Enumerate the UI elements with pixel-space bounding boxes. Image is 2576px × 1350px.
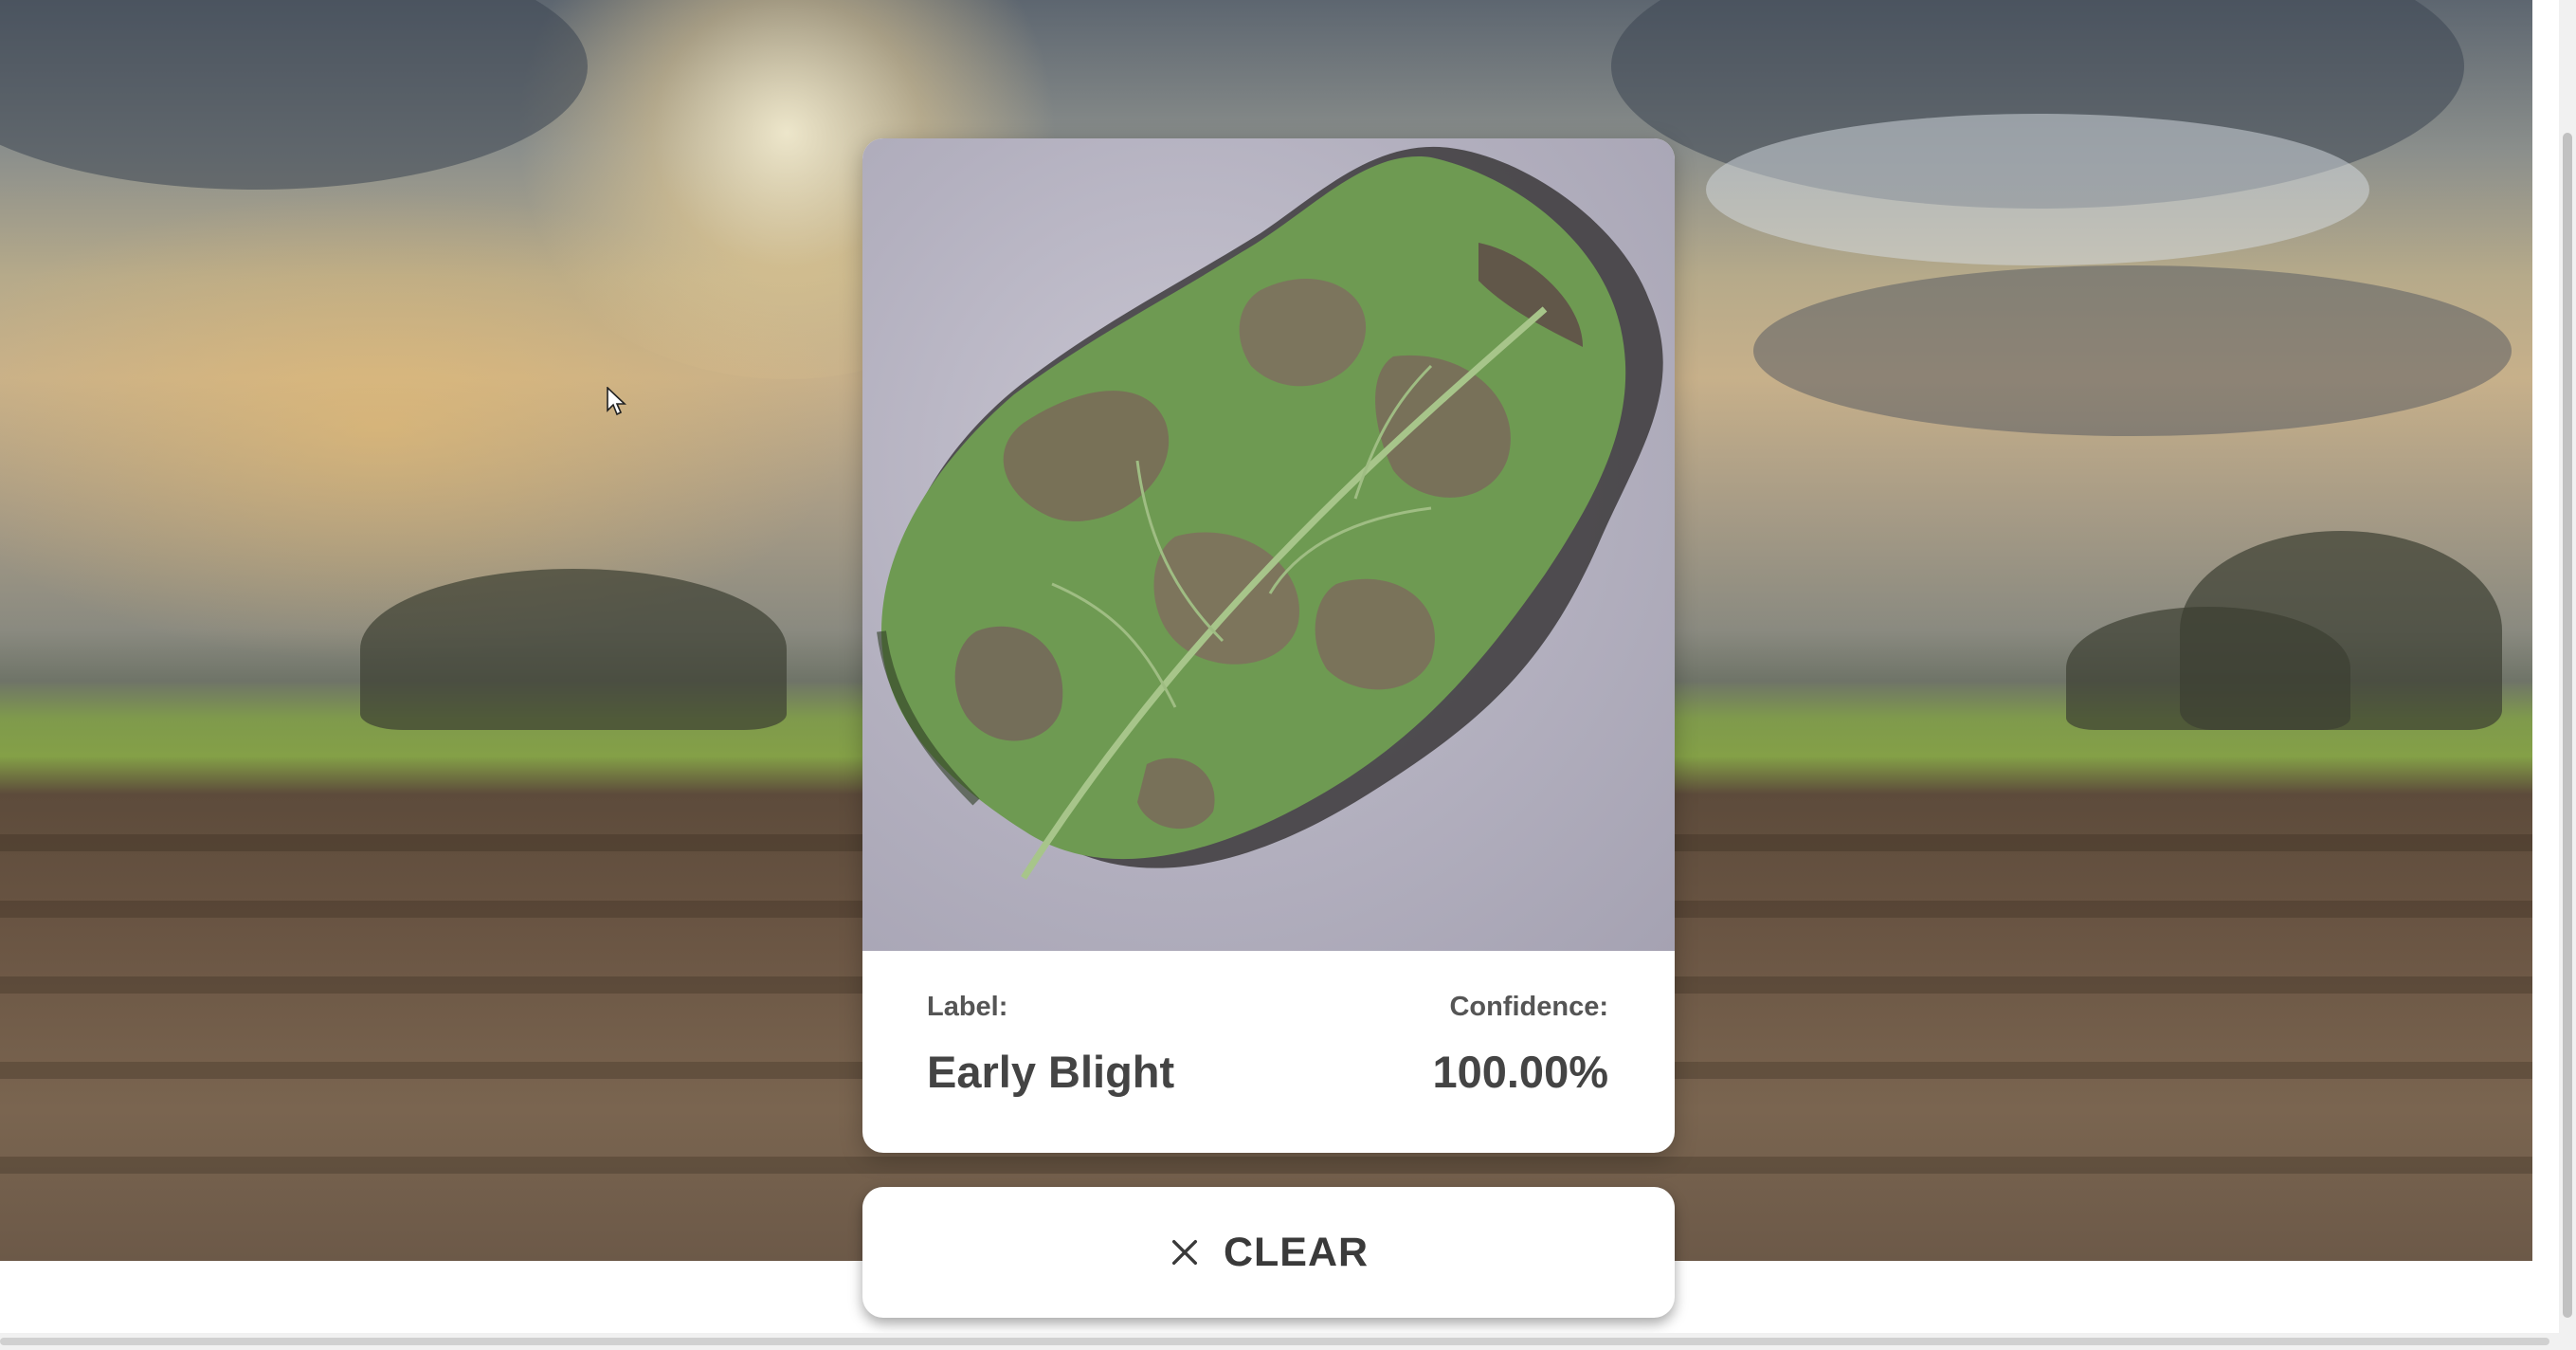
label-caption: Label: bbox=[927, 992, 1008, 1022]
horizontal-scrollbar-thumb[interactable] bbox=[0, 1338, 2549, 1345]
mouse-pointer-icon bbox=[607, 387, 627, 416]
vertical-scrollbar[interactable] bbox=[2559, 0, 2576, 1350]
label-value: Early Blight bbox=[927, 1047, 1175, 1097]
leaf-image bbox=[862, 138, 1675, 951]
confidence-value: 100.00% bbox=[1432, 1047, 1608, 1097]
close-icon bbox=[1171, 1239, 1197, 1266]
clear-button[interactable]: CLEAR bbox=[862, 1187, 1675, 1318]
horizontal-scrollbar[interactable] bbox=[0, 1333, 2559, 1350]
vertical-scrollbar-thumb[interactable] bbox=[2563, 133, 2572, 1318]
clear-button-label: CLEAR bbox=[1223, 1229, 1370, 1275]
confidence-caption: Confidence: bbox=[1449, 992, 1608, 1022]
prediction-card: Label: Early Blight Confidence: 100.00% bbox=[862, 138, 1675, 1153]
